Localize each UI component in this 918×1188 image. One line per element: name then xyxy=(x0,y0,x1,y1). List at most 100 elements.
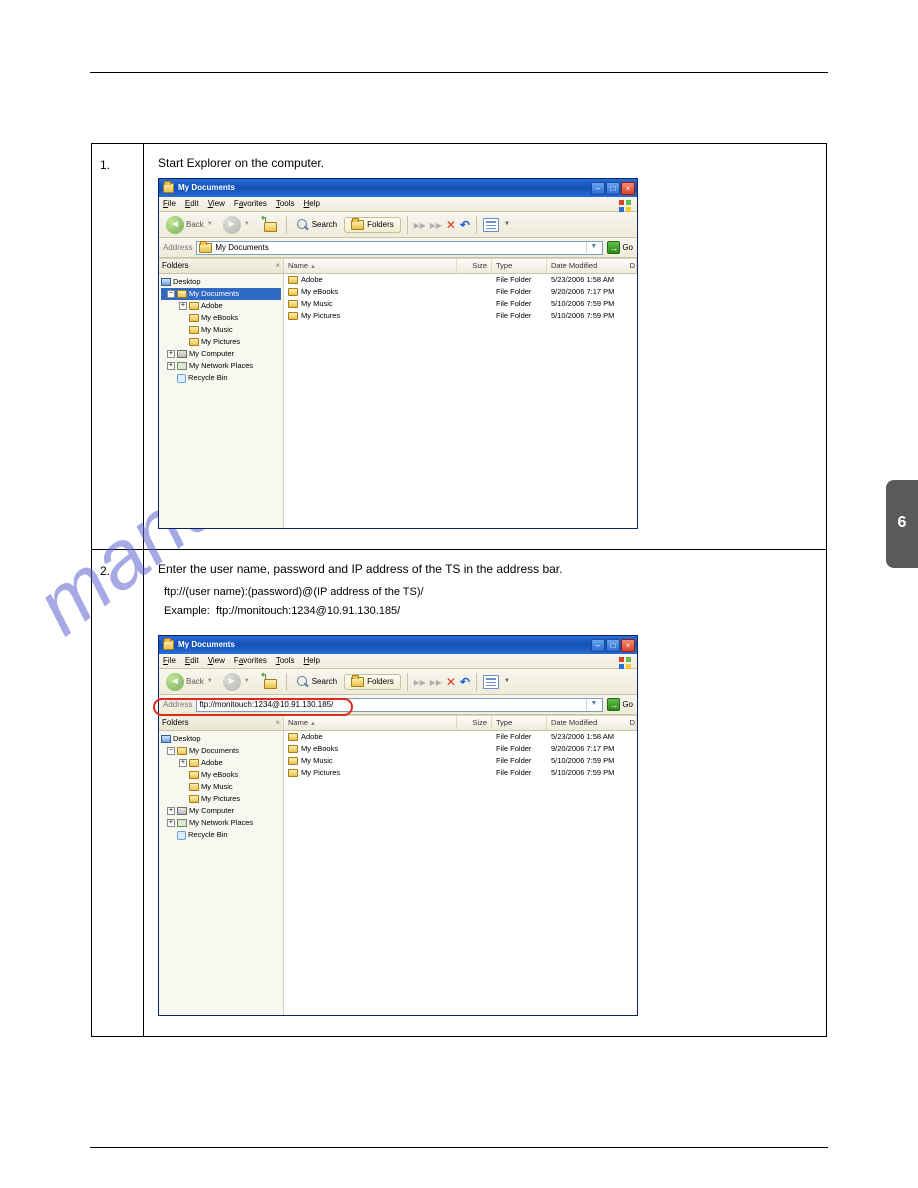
tree-item-desktop[interactable]: Desktop xyxy=(161,276,281,288)
col-date[interactable]: Date Modified xyxy=(547,259,637,273)
collapse-icon[interactable]: − xyxy=(167,747,175,755)
tree-item-computer[interactable]: +My Computer xyxy=(161,348,281,360)
close-icon[interactable]: × xyxy=(275,260,280,272)
collapse-icon[interactable]: − xyxy=(167,290,175,298)
menu-edit[interactable]: Edit xyxy=(185,655,199,667)
expand-icon[interactable]: + xyxy=(179,302,187,310)
menu-tools[interactable]: Tools xyxy=(276,655,295,667)
menu-favorites[interactable]: Favorites xyxy=(234,655,267,667)
address-input[interactable]: ftp://monitouch:1234@10.91.130.185/ ▼ xyxy=(196,698,603,712)
minimize-button[interactable]: – xyxy=(591,639,605,652)
titlebar[interactable]: My Documents – □ × xyxy=(159,636,637,654)
expand-icon[interactable]: + xyxy=(167,362,175,370)
list-item[interactable]: AdobeFile Folder5/23/2006 1:58 AM xyxy=(284,274,637,286)
folder-icon xyxy=(288,769,298,777)
tree-item-pictures[interactable]: My Pictures xyxy=(161,336,281,348)
back-arrow-icon: ◄ xyxy=(166,673,184,691)
go-button[interactable]: → Go xyxy=(607,698,633,711)
list-item[interactable]: My eBooksFile Folder9/20/2006 7:17 PM xyxy=(284,286,637,298)
col-type[interactable]: Type xyxy=(492,716,547,730)
delete-icon[interactable]: ✕ xyxy=(446,676,456,688)
tree-item-ebooks[interactable]: My eBooks xyxy=(161,312,281,324)
col-name[interactable]: Name▲ xyxy=(284,259,457,273)
tree-item-desktop[interactable]: Desktop xyxy=(161,733,281,745)
folder-icon xyxy=(288,757,298,765)
menu-file[interactable]: File xyxy=(163,655,176,667)
list-item[interactable]: AdobeFile Folder5/23/2006 1:58 AM xyxy=(284,731,637,743)
expand-icon[interactable]: + xyxy=(179,759,187,767)
menu-edit[interactable]: Edit xyxy=(185,198,199,210)
col-size[interactable]: Size xyxy=(457,259,492,273)
copy-to-icon[interactable]: ▸▸ xyxy=(430,219,442,231)
undo-icon[interactable]: ↶ xyxy=(460,676,470,688)
titlebar[interactable]: My Documents – □ × xyxy=(159,179,637,197)
menu-view[interactable]: View xyxy=(208,198,225,210)
minimize-button[interactable]: – xyxy=(591,182,605,195)
tree-item-ebooks[interactable]: My eBooks xyxy=(161,769,281,781)
expand-icon[interactable]: + xyxy=(167,350,175,358)
close-icon[interactable]: × xyxy=(275,717,280,729)
tree-item-recycle[interactable]: Recycle Bin xyxy=(161,372,281,384)
tree-item-mydocs[interactable]: −My Documents xyxy=(161,745,281,757)
tree-item-adobe[interactable]: +Adobe xyxy=(161,757,281,769)
delete-icon[interactable]: ✕ xyxy=(446,219,456,231)
back-button[interactable]: ◄ Back ▼ xyxy=(163,215,216,235)
tree-item-network[interactable]: +My Network Places xyxy=(161,360,281,372)
tree-item-pictures[interactable]: My Pictures xyxy=(161,793,281,805)
close-button[interactable]: × xyxy=(621,182,635,195)
menu-tools[interactable]: Tools xyxy=(276,198,295,210)
up-button[interactable]: ↰ xyxy=(257,216,280,233)
go-button[interactable]: → Go xyxy=(607,241,633,254)
up-button[interactable]: ↰ xyxy=(257,673,280,690)
menu-help[interactable]: Help xyxy=(304,655,320,667)
expand-icon[interactable]: + xyxy=(167,807,175,815)
tree-item-music[interactable]: My Music xyxy=(161,781,281,793)
copy-to-icon[interactable]: ▸▸ xyxy=(430,676,442,688)
list-item[interactable]: My MusicFile Folder5/10/2006 7:59 PM xyxy=(284,755,637,767)
menu-file[interactable]: File xyxy=(163,198,176,210)
col-name[interactable]: Name▲ xyxy=(284,716,457,730)
forward-button[interactable]: ► ▼ xyxy=(220,215,253,235)
address-input[interactable]: My Documents ▼ xyxy=(196,241,603,255)
tree-item-network[interactable]: +My Network Places xyxy=(161,817,281,829)
forward-button[interactable]: ► ▼ xyxy=(220,672,253,692)
col-date[interactable]: Date Modified xyxy=(547,716,637,730)
maximize-button[interactable]: □ xyxy=(606,639,620,652)
tree-item-mydocs[interactable]: −My Documents xyxy=(161,288,281,300)
chevron-down-icon: ▼ xyxy=(207,220,213,229)
menu-view[interactable]: View xyxy=(208,655,225,667)
close-button[interactable]: × xyxy=(621,639,635,652)
folders-pane-title: Folders xyxy=(162,717,189,729)
search-button[interactable]: Search xyxy=(293,674,340,690)
list-item[interactable]: My PicturesFile Folder5/10/2006 7:59 PM xyxy=(284,310,637,322)
tree-item-recycle[interactable]: Recycle Bin xyxy=(161,829,281,841)
tree-item-adobe[interactable]: +Adobe xyxy=(161,300,281,312)
back-button[interactable]: ◄ Back ▼ xyxy=(163,672,216,692)
views-icon[interactable] xyxy=(483,675,499,689)
search-button[interactable]: Search xyxy=(293,217,340,233)
folders-label: Folders xyxy=(367,219,394,231)
list-item[interactable]: My eBooksFile Folder9/20/2006 7:17 PM xyxy=(284,743,637,755)
maximize-button[interactable]: □ xyxy=(606,182,620,195)
menu-favorites[interactable]: Favorites xyxy=(234,198,267,210)
menu-help[interactable]: Help xyxy=(304,198,320,210)
chevron-down-icon[interactable]: ▼ xyxy=(586,699,600,710)
tree-item-computer[interactable]: +My Computer xyxy=(161,805,281,817)
chevron-down-icon: ▼ xyxy=(244,220,250,229)
views-icon[interactable] xyxy=(483,218,499,232)
move-to-icon[interactable]: ▸▸ xyxy=(414,219,426,231)
menubar: File Edit View Favorites Tools Help xyxy=(159,197,637,212)
step-number: 2. xyxy=(92,550,144,1036)
expand-icon[interactable]: + xyxy=(167,819,175,827)
move-to-icon[interactable]: ▸▸ xyxy=(414,676,426,688)
col-type[interactable]: Type xyxy=(492,259,547,273)
chevron-down-icon[interactable]: ▼ xyxy=(586,242,600,253)
tree-item-music[interactable]: My Music xyxy=(161,324,281,336)
folders-button[interactable]: Folders xyxy=(344,217,401,233)
undo-icon[interactable]: ↶ xyxy=(460,219,470,231)
folders-button[interactable]: Folders xyxy=(344,674,401,690)
col-size[interactable]: Size xyxy=(457,716,492,730)
list-item[interactable]: My MusicFile Folder5/10/2006 7:59 PM xyxy=(284,298,637,310)
list-item[interactable]: My PicturesFile Folder5/10/2006 7:59 PM xyxy=(284,767,637,779)
step-caption: Enter the user name, password and IP add… xyxy=(158,560,812,578)
